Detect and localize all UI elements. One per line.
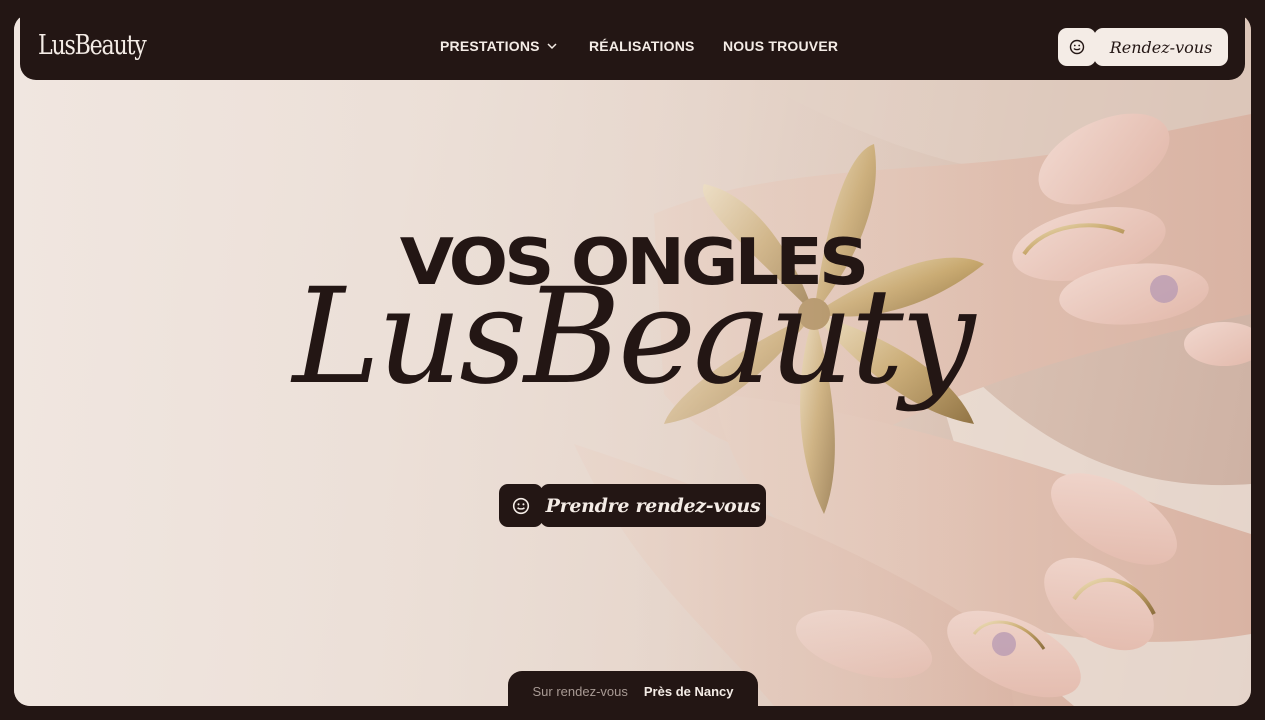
logo[interactable]: LusBeauty	[38, 30, 147, 61]
smiley-icon	[512, 497, 530, 514]
nav-item-label: NOUS TROUVER	[723, 38, 839, 54]
rendez-vous-button[interactable]: Rendez-vous	[1094, 28, 1228, 66]
nav-item-prestations[interactable]: PRESTATIONS	[440, 38, 558, 54]
info-tab-muted: Sur rendez-vous	[532, 683, 628, 699]
hero-script-title: LusBeauty	[292, 260, 976, 414]
prendre-rdv-button[interactable]: Prendre rendez-vous	[540, 484, 766, 527]
chevron-down-icon	[547, 43, 557, 50]
nav-item-label: PRESTATIONS	[440, 38, 540, 54]
prendre-rdv-icon-button[interactable]	[499, 484, 543, 527]
nav-item-label: RÉALISATIONS	[589, 38, 695, 54]
info-tab-location: Près de Nancy	[643, 683, 734, 699]
nav-item-nous-trouver[interactable]: NOUS TROUVER	[723, 38, 838, 54]
smiley-icon	[1069, 39, 1085, 55]
info-tab: Sur rendez-vous Près de Nancy	[508, 671, 758, 711]
nav-item-realisations[interactable]: RÉALISATIONS	[589, 38, 695, 54]
rendez-vous-icon-button[interactable]	[1058, 28, 1096, 66]
